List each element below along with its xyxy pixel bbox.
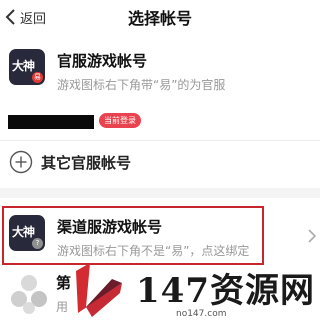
page-title: 选择帐号 [127, 9, 192, 28]
game-icon-glyph: 大神 [12, 59, 35, 73]
yi-badge-icon: 易 [32, 72, 43, 83]
watermark-logo-icon [76, 263, 122, 317]
section-separator [0, 188, 320, 198]
other-official-account-button[interactable]: 其它官服帐号 [9, 150, 131, 174]
watermark-brand: 147资源网 [136, 271, 315, 311]
watermark-url: no147.com [176, 309, 227, 319]
third-party-section-title: 第 [56, 274, 72, 292]
other-official-account-label: 其它官服帐号 [41, 153, 132, 172]
game-icon-official: 大神 易 [9, 49, 45, 85]
channel-account-row[interactable] [2, 206, 264, 265]
watermark: 147资源网 no147.com [72, 259, 320, 323]
add-circle-icon [9, 150, 33, 174]
chevron-right-icon[interactable] [307, 228, 317, 244]
current-login-badge: 当前登录 [99, 113, 141, 128]
third-party-section-desc: 用 [56, 300, 69, 314]
official-section-title: 官服游戏帐号 [57, 52, 148, 70]
official-section-desc: 游戏图标右下角带“易”的为官服 [57, 78, 226, 92]
top-bar: 返回 选择帐号 [0, 0, 320, 36]
third-party-icon [11, 275, 47, 314]
divider [0, 140, 320, 141]
current-account-name[interactable] [8, 115, 94, 129]
